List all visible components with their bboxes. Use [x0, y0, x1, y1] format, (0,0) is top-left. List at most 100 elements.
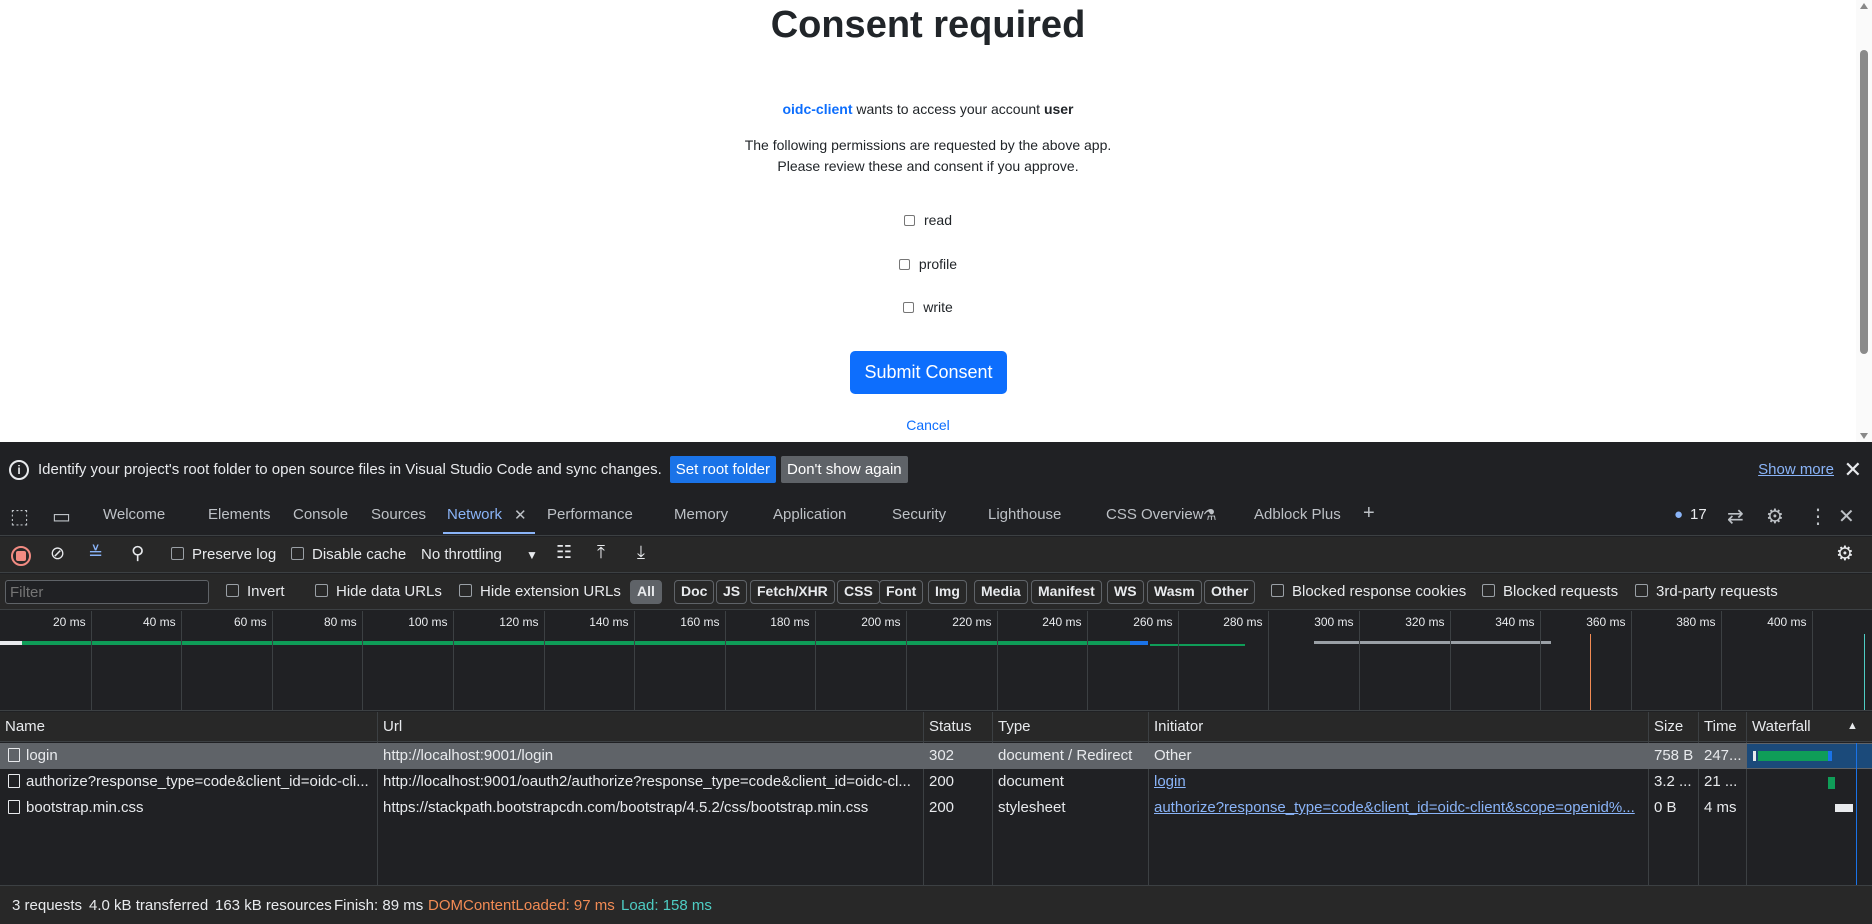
type-chip-fetch-xhr[interactable]: Fetch/XHR: [750, 580, 835, 604]
column-header-size[interactable]: Size: [1654, 718, 1683, 735]
cell-name[interactable]: bootstrap.min.css: [8, 799, 373, 816]
column-header-status[interactable]: Status: [929, 718, 972, 735]
permission-checkbox[interactable]: [898, 259, 910, 270]
initiator-link[interactable]: login: [1154, 773, 1186, 790]
filter-input[interactable]: [5, 580, 209, 604]
type-chip-other[interactable]: Other: [1204, 580, 1256, 604]
permission-read[interactable]: read: [0, 212, 1856, 228]
cell-name[interactable]: authorize?response_type=code&client_id=o…: [8, 773, 373, 790]
issues-count[interactable]: 17: [1690, 506, 1707, 523]
export-har-icon[interactable]: ⤓: [637, 542, 645, 563]
permission-profile[interactable]: profile: [0, 256, 1856, 272]
import-har-icon[interactable]: ⤒: [597, 542, 605, 563]
type-chip-doc[interactable]: Doc: [674, 580, 715, 604]
type-chip-media[interactable]: Media: [974, 580, 1028, 604]
throttling-select[interactable]: No throttling: [421, 546, 502, 563]
permission-write[interactable]: write: [0, 299, 1856, 315]
initiator-link[interactable]: authorize?response_type=code&client_id=o…: [1154, 799, 1635, 816]
connection-icon[interactable]: ⇄: [1727, 504, 1744, 529]
table-row[interactable]: bootstrap.min.css https://stackpath.boot…: [0, 795, 1872, 821]
more-options-icon[interactable]: ⋮: [1808, 504, 1828, 529]
checkbox-box[interactable]: [1635, 584, 1648, 597]
close-tab-icon[interactable]: ✕: [514, 506, 527, 524]
info-icon: i: [9, 459, 29, 480]
blocked-cookies-checkbox[interactable]: Blocked response cookies: [1271, 583, 1466, 600]
page-scrollbar[interactable]: [1856, 0, 1872, 442]
third-party-checkbox[interactable]: 3rd-party requests: [1635, 583, 1778, 600]
type-chip-ws[interactable]: WS: [1107, 580, 1144, 604]
submit-consent-button[interactable]: Submit Consent: [850, 351, 1007, 394]
clear-icon[interactable]: ⊘: [50, 543, 65, 564]
table-row[interactable]: authorize?response_type=code&client_id=o…: [0, 769, 1872, 795]
issues-icon[interactable]: ●: [1674, 506, 1683, 523]
tab-sources[interactable]: Sources: [371, 506, 426, 523]
column-header-time[interactable]: Time: [1704, 718, 1737, 735]
show-more-link[interactable]: Show more: [1758, 461, 1834, 478]
tab-memory[interactable]: Memory: [674, 506, 728, 523]
settings-gear-icon[interactable]: ⚙: [1766, 504, 1784, 529]
hide-data-urls-label: Hide data URLs: [336, 583, 442, 600]
tab-elements[interactable]: Elements: [208, 506, 271, 523]
invert-checkbox[interactable]: Invert: [226, 583, 285, 600]
close-devtools-icon[interactable]: ✕: [1838, 504, 1855, 529]
filter-icon[interactable]: ≚: [88, 543, 103, 564]
tab-performance[interactable]: Performance: [547, 506, 633, 523]
type-chip-font[interactable]: Font: [879, 580, 924, 604]
tab-lighthouse[interactable]: Lighthouse: [988, 506, 1061, 523]
checkbox-box[interactable]: [459, 584, 472, 597]
tab-css-overview[interactable]: CSS Overview: [1106, 506, 1204, 523]
checkbox-box[interactable]: [315, 584, 328, 597]
column-header-name[interactable]: Name: [5, 718, 45, 735]
add-tab-icon[interactable]: +: [1363, 502, 1375, 525]
tab-application[interactable]: Application: [773, 506, 846, 523]
permission-checkbox[interactable]: [903, 215, 915, 226]
tab-network[interactable]: Network: [447, 506, 502, 523]
scrollbar-thumb[interactable]: [1860, 50, 1868, 354]
type-chip-js[interactable]: JS: [716, 580, 748, 604]
checkbox-box[interactable]: [171, 547, 184, 560]
tab-console[interactable]: Console: [293, 506, 348, 523]
table-row[interactable]: login http://localhost:9001/login 302 do…: [0, 743, 1872, 769]
cell-name[interactable]: login: [8, 747, 373, 764]
type-chip-css[interactable]: CSS: [837, 580, 880, 604]
dont-show-again-button[interactable]: Don't show again: [781, 456, 908, 483]
device-toolbar-icon[interactable]: ▭: [52, 504, 71, 529]
blocked-requests-checkbox[interactable]: Blocked requests: [1482, 583, 1618, 600]
checkbox-box[interactable]: [226, 584, 239, 597]
type-chip-wasm[interactable]: Wasm: [1147, 580, 1202, 604]
hide-extension-urls-checkbox[interactable]: Hide extension URLs: [459, 583, 621, 600]
column-header-url[interactable]: Url: [383, 718, 402, 735]
column-header-initiator[interactable]: Initiator: [1154, 718, 1203, 735]
dom-content-loaded-marker: [1590, 634, 1591, 710]
network-settings-icon[interactable]: ⚙: [1836, 541, 1854, 566]
tab-security[interactable]: Security: [892, 506, 946, 523]
permission-checkbox[interactable]: [903, 302, 915, 313]
timeline-overview[interactable]: 20 ms 40 ms 60 ms 80 ms 100 ms 120 ms 140 ms 16…: [0, 611, 1872, 711]
type-chip-all[interactable]: All: [630, 580, 662, 604]
set-root-folder-button[interactable]: Set root folder: [669, 456, 777, 483]
hide-data-urls-checkbox[interactable]: Hide data URLs: [315, 583, 442, 600]
type-chip-manifest[interactable]: Manifest: [1031, 580, 1102, 604]
column-header-waterfall[interactable]: Waterfall: [1752, 718, 1811, 735]
tab-adblock-plus[interactable]: Adblock Plus: [1254, 506, 1341, 523]
checkbox-box[interactable]: [1482, 584, 1495, 597]
type-chip-img[interactable]: Img: [928, 580, 967, 604]
tab-welcome[interactable]: Welcome: [103, 506, 165, 523]
column-header-type[interactable]: Type: [998, 718, 1031, 735]
client-name[interactable]: oidc-client: [782, 101, 852, 117]
sort-ascending-icon[interactable]: ▲: [1847, 720, 1858, 732]
chevron-down-icon[interactable]: ▼: [526, 548, 538, 562]
disable-cache-checkbox[interactable]: Disable cache: [291, 546, 406, 563]
record-button[interactable]: [11, 546, 31, 566]
close-icon[interactable]: ✕: [1844, 457, 1862, 483]
scroll-down-arrow-icon[interactable]: [1860, 433, 1868, 439]
network-conditions-icon[interactable]: ☷: [556, 542, 572, 563]
checkbox-box[interactable]: [291, 547, 304, 560]
checkbox-box[interactable]: [1271, 584, 1284, 597]
inspect-element-icon[interactable]: ⬚: [10, 504, 29, 529]
scroll-up-arrow-icon[interactable]: [1860, 3, 1868, 9]
cancel-link[interactable]: Cancel: [0, 417, 1856, 433]
search-icon[interactable]: ⚲: [131, 543, 144, 564]
timeline-grid-line: [1087, 611, 1088, 710]
preserve-log-checkbox[interactable]: Preserve log: [171, 546, 276, 563]
